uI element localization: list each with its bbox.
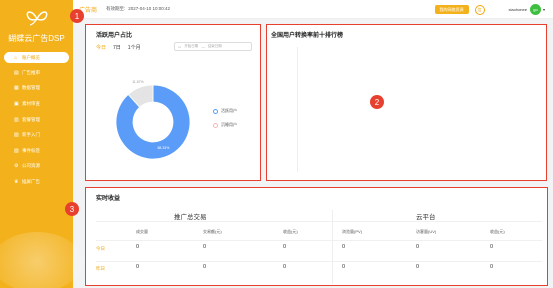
active-users-card: 活跃用户占比 今日 7日 1个月 ▭ 开始日期 — 结束日期 88.33% 11.… — [85, 24, 261, 181]
cell-today-income-a: 0 — [283, 244, 287, 250]
legend-item-active[interactable]: 活跃用户 — [213, 108, 237, 114]
pie-legend: 活跃用户 沉睡用户 — [213, 108, 237, 136]
sidebar-item-6[interactable]: ▨ 事件标签 — [0, 143, 73, 159]
section-promotion-title: 推广总交易 — [174, 214, 207, 221]
table-line — [96, 240, 542, 241]
validity-date: 2027-04-10 10:00:42 — [128, 6, 171, 11]
pie-label-active: 88.33% — [157, 146, 169, 150]
calendar-icon: ▭ — [178, 44, 182, 49]
topbar-right: 我的网络资源 信 xiaohonee go ▾ — [434, 4, 545, 15]
validity: 有效期至: 2027-04-10 10:00:42 — [106, 6, 170, 12]
legend-item-new[interactable]: 沉睡用户 — [213, 122, 237, 128]
package-icon: ▨ — [14, 147, 19, 154]
earnings-title: 实时收益 — [96, 196, 121, 202]
topbar: 广告商 有效期至: 2027-04-10 10:00:42 我的网络资源 信 xi… — [73, 0, 553, 19]
sidebar-item-label: 公司资源 — [22, 163, 40, 169]
cell-yesterday-volume: 0 — [136, 264, 140, 270]
section-cloud-title: 云平台 — [416, 214, 436, 221]
legend-label-new: 沉睡用户 — [221, 122, 237, 127]
sidebar-item-label: 事件标签 — [22, 147, 40, 153]
cell-today-pv: 0 — [342, 244, 346, 250]
cell-today-amount: 0 — [203, 244, 207, 250]
settings-icon: ⚙ — [14, 163, 19, 170]
col-header-income-b: 收益(元) — [490, 229, 505, 234]
date-start-field[interactable]: 开始日期 — [184, 44, 198, 49]
pie-chart-svg: 88.33% 11.67% — [115, 80, 191, 160]
legend-dot-new — [213, 122, 218, 128]
legend-dot-active — [213, 108, 218, 114]
date-end-field[interactable]: 结束日期 — [208, 44, 222, 49]
cell-today-volume: 0 — [136, 244, 140, 250]
table-line — [96, 261, 542, 262]
sidebar-glow — [0, 232, 82, 288]
sidebar-item-label: 素材审查 — [22, 100, 40, 106]
col-header-volume: 成交量 — [136, 229, 148, 234]
brand: 蝴蝶云广告DSP — [0, 7, 73, 44]
annotation-badge-3: 3 — [65, 202, 79, 216]
avatar[interactable]: go — [529, 4, 541, 15]
sidebar-item-7[interactable]: ⚙ 公司资源 — [0, 159, 73, 175]
validity-label: 有效期至: — [106, 6, 126, 11]
cell-yesterday-amount: 0 — [203, 264, 207, 270]
sidebar-item-label: 广告推审 — [22, 69, 40, 75]
sidebar-item-5[interactable]: ▧ 新手入门 — [0, 127, 73, 143]
material-icon: ▣ — [14, 100, 19, 107]
active-users-title: 活跃用户占比 — [96, 33, 133, 39]
sidebar-item-8[interactable]: ♛ 插屏广告 — [0, 174, 73, 190]
home-icon: ⌂ — [14, 54, 18, 61]
upgrade-button[interactable]: 我的网络资源 — [434, 5, 469, 14]
cell-yesterday-income-a: 0 — [283, 264, 287, 270]
annotation-badge-1: 1 — [70, 9, 84, 23]
date-separator: — — [201, 44, 205, 49]
row-label-today: 今日 — [96, 246, 105, 251]
ad-icon: ▤ — [14, 69, 19, 76]
col-header-income-a: 收益(元) — [283, 229, 298, 234]
brand-name: 蝴蝶云广告DSP — [8, 34, 65, 43]
butterfly-logo-icon — [26, 11, 47, 26]
sidebar-item-1[interactable]: ▤ 广告推审 — [0, 65, 73, 81]
col-header-amount: 交易额(元) — [203, 229, 222, 234]
tab-7days[interactable]: 7日 — [113, 44, 121, 51]
sidebar-item-label: 账户概览 — [22, 54, 40, 60]
pie-label-new: 11.67% — [132, 80, 144, 84]
sidebar-item-4[interactable]: ▥ 套餐管理 — [0, 112, 73, 128]
cell-yesterday-pv: 0 — [342, 264, 346, 270]
sidebar-item-2[interactable]: ▦ 数据管理 — [0, 81, 73, 97]
range-tabs: 今日 7日 1个月 — [96, 44, 141, 51]
table-line — [96, 221, 542, 222]
sidebar-menu: ⌂ 账户概览 ▤ 广告推审 ▦ 数据管理 ▣ 素材审查 ▥ 套餐管理 ▧ 新手入门 ▨ 事件标签 ⚙ 公司资源… — [0, 51, 73, 190]
col-header-uv: 访客量(UV) — [416, 229, 437, 234]
cell-today-income-b: 0 — [490, 244, 494, 250]
cell-today-uv: 0 — [416, 244, 420, 250]
finance-icon: ▥ — [14, 116, 19, 123]
tab-1month[interactable]: 1个月 — [128, 44, 141, 51]
col-header-pv: 浏览量(PV) — [342, 229, 362, 234]
date-range-picker[interactable]: ▭ 开始日期 — 结束日期 — [174, 42, 252, 51]
data-icon: ▦ — [14, 85, 19, 92]
ranking-title: 全国用户转换率前十排行榜 — [271, 33, 344, 39]
sidebar-item-label: 新手入门 — [22, 132, 40, 138]
sidebar-item-0[interactable]: ⌂ 账户概览 — [4, 52, 69, 63]
sidebar-item-label: 数据管理 — [22, 85, 40, 91]
ranking-card: 全国用户转换率前十排行榜 — [266, 24, 547, 181]
group-icon: ▧ — [14, 132, 19, 139]
tab-today[interactable]: 今日 — [96, 44, 106, 51]
pie-chart: 88.33% 11.67% — [108, 77, 198, 167]
message-icon[interactable]: 信 — [474, 4, 485, 15]
earnings-card: 实时收益 推广总交易 云平台 成交量 交易额(元) 收益(元) 浏览量(PV) … — [85, 187, 548, 286]
ranking-axis — [297, 47, 298, 172]
chevron-down-icon[interactable]: ▾ — [543, 7, 545, 12]
legend-label-active: 活跃用户 — [221, 108, 237, 113]
annotation-badge-2: 2 — [370, 95, 384, 109]
sidebar-item-label: 套餐管理 — [22, 116, 40, 122]
crown-icon: ♛ — [14, 178, 19, 185]
sidebar-item-label: 插屏广告 — [22, 178, 40, 184]
sidebar: 蝴蝶云广告DSP ⌂ 账户概览 ▤ 广告推审 ▦ 数据管理 ▣ 素材审查 ▥ 套餐管理 ▧ 新手入门 ▨… — [0, 0, 82, 288]
sidebar-item-3[interactable]: ▣ 素材审查 — [0, 96, 73, 112]
cell-yesterday-uv: 0 — [416, 264, 420, 270]
cell-yesterday-income-b: 0 — [490, 264, 494, 270]
username[interactable]: xiaohonee — [509, 7, 527, 12]
row-label-yesterday: 昨日 — [96, 266, 105, 271]
